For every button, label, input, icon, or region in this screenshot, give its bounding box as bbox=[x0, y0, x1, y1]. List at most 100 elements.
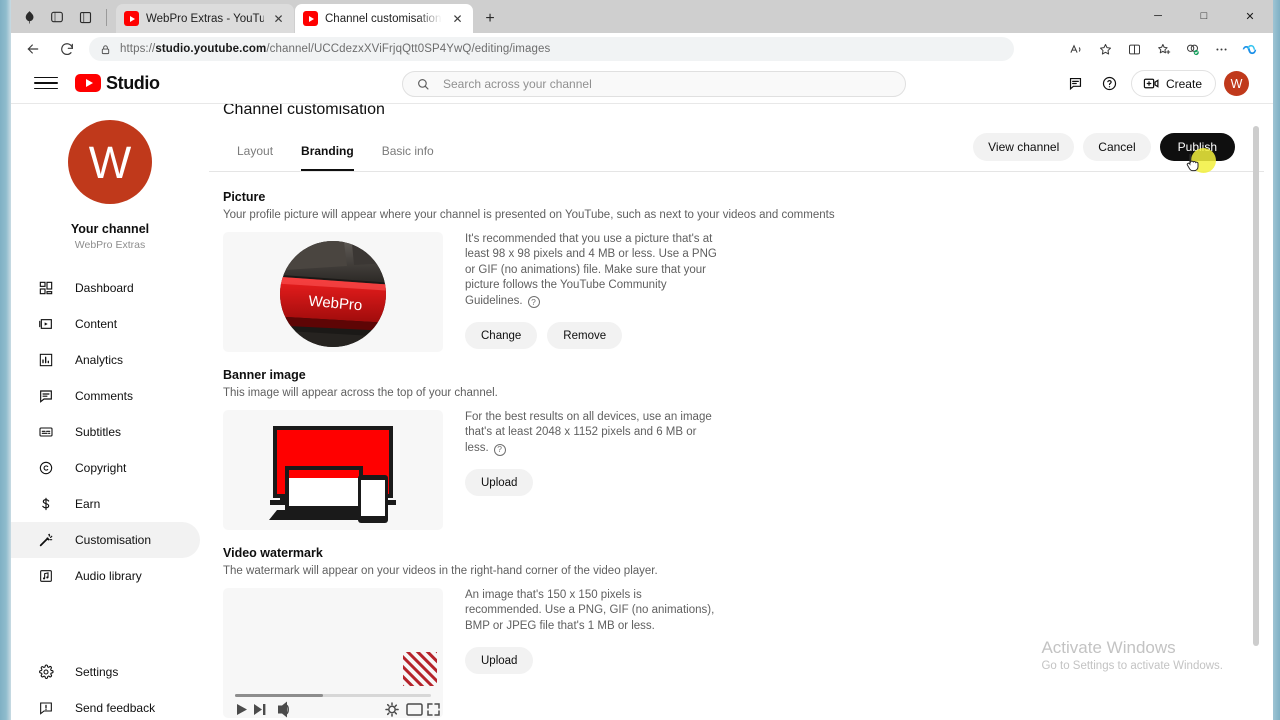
minimize-button[interactable]: ─ bbox=[1135, 0, 1181, 32]
titlebar-left-icons bbox=[17, 5, 112, 29]
section-title: Video watermark bbox=[223, 546, 323, 560]
subtitles-icon bbox=[36, 423, 55, 442]
sidebar-item-label: Analytics bbox=[75, 353, 124, 367]
browser-tab-1[interactable]: Channel customisation - YouTube ✕ bbox=[295, 4, 473, 33]
site-lock-icon bbox=[99, 43, 112, 56]
read-aloud-icon[interactable] bbox=[1063, 37, 1089, 61]
sidebar-item-label: Dashboard bbox=[75, 281, 134, 295]
browser-toolbar-icons bbox=[1063, 37, 1263, 61]
help-icon[interactable] bbox=[1097, 71, 1123, 97]
create-button[interactable]: Create bbox=[1130, 70, 1216, 97]
copilot-icon[interactable] bbox=[1237, 37, 1263, 61]
sidebar-item-send-feedback[interactable]: Send feedback bbox=[11, 690, 200, 720]
content-video-icon bbox=[36, 315, 55, 334]
sidebar-item-label: Audio library bbox=[75, 569, 142, 583]
remove-picture-button[interactable]: Remove bbox=[547, 322, 623, 350]
browser-tab-0[interactable]: WebPro Extras - YouTube ✕ bbox=[116, 4, 294, 33]
publish-button[interactable]: Publish bbox=[1159, 133, 1235, 161]
sidebar-item-audio-library[interactable]: Audio library bbox=[11, 558, 200, 594]
sidebar-item-subtitles[interactable]: Subtitles bbox=[11, 414, 200, 450]
search-icon bbox=[416, 77, 430, 91]
comments-icon bbox=[36, 387, 55, 406]
collections-icon[interactable] bbox=[1150, 37, 1176, 61]
cancel-button[interactable]: Cancel bbox=[1083, 133, 1151, 161]
titlebar-divider bbox=[106, 8, 107, 26]
tab-basic-info[interactable]: Basic info bbox=[368, 130, 448, 171]
sidebar-item-label: Send feedback bbox=[75, 701, 156, 715]
youtube-icon bbox=[124, 11, 139, 26]
help-icon[interactable]: ? bbox=[527, 296, 540, 309]
section-body: WebPro Shift It's recommended that you u… bbox=[223, 232, 1213, 352]
tab-list-icon[interactable] bbox=[73, 5, 97, 29]
hamburger-menu-icon[interactable] bbox=[34, 71, 58, 95]
favorite-star-icon[interactable] bbox=[1092, 37, 1118, 61]
banner-image-preview[interactable] bbox=[223, 410, 443, 530]
browser-titlebar: WebPro Extras - YouTube ✕ Channel custom… bbox=[11, 0, 1273, 33]
sidebar-item-label: Customisation bbox=[75, 533, 152, 547]
sidebar-item-earn[interactable]: Earn bbox=[11, 486, 200, 522]
picture-buttons: Change Remove bbox=[465, 322, 717, 350]
sidebar-item-settings[interactable]: Settings bbox=[11, 654, 200, 690]
browser-navbar: https://studio.youtube.com/channel/UCCde… bbox=[11, 33, 1273, 63]
create-button-label: Create bbox=[1165, 76, 1202, 91]
tab-title: Channel customisation - YouTube bbox=[325, 12, 443, 25]
feedback-icon[interactable] bbox=[1063, 71, 1089, 97]
browser-profile-icon[interactable] bbox=[17, 5, 41, 29]
help-icon[interactable]: ? bbox=[493, 443, 506, 456]
page-title: Channel customisation bbox=[223, 104, 385, 118]
scrollbar-thumb[interactable] bbox=[1253, 126, 1259, 646]
sidebar-item-customisation[interactable]: Customisation bbox=[11, 522, 200, 558]
sidebar-item-content[interactable]: Content bbox=[11, 306, 200, 342]
search-bar[interactable] bbox=[402, 71, 906, 97]
more-options-icon[interactable] bbox=[1208, 37, 1234, 61]
dashboard-icon bbox=[36, 279, 55, 298]
upload-banner-button[interactable]: Upload bbox=[465, 469, 534, 497]
new-tab-button[interactable]: + bbox=[479, 8, 501, 30]
channel-subtitle: WebPro Extras bbox=[74, 239, 146, 251]
tab-search-icon[interactable] bbox=[45, 5, 69, 29]
browser-essentials-icon[interactable] bbox=[1179, 37, 1205, 61]
view-channel-button[interactable]: View channel bbox=[973, 133, 1075, 161]
section-video-watermark: Video watermark The watermark will appea… bbox=[223, 546, 1213, 718]
tab-branding[interactable]: Branding bbox=[287, 130, 368, 171]
search-input[interactable] bbox=[443, 77, 892, 91]
studio-logo[interactable]: Studio bbox=[75, 73, 160, 94]
close-button[interactable]: ✕ bbox=[1227, 0, 1273, 32]
branding-scroll-area[interactable]: Picture Your profile picture will appear… bbox=[209, 172, 1264, 720]
profile-picture-preview[interactable]: WebPro Shift bbox=[223, 232, 443, 352]
upload-watermark-button[interactable]: Upload bbox=[465, 647, 534, 675]
refresh-icon[interactable] bbox=[54, 36, 79, 61]
channel-avatar[interactable]: W bbox=[68, 120, 152, 204]
page-scrollbar[interactable] bbox=[1252, 104, 1260, 720]
channel-block: W Your channel WebPro Extras bbox=[11, 104, 209, 251]
sidebar-item-comments[interactable]: Comments bbox=[11, 378, 200, 414]
section-title: Banner image bbox=[223, 368, 306, 382]
address-bar[interactable]: https://studio.youtube.com/channel/UCCde… bbox=[89, 37, 1014, 61]
sidebar-nav: Dashboard Content Analytics Comments Sub… bbox=[11, 270, 209, 594]
background-window-strip-right bbox=[1273, 0, 1280, 720]
close-icon[interactable]: ✕ bbox=[271, 11, 286, 26]
analytics-bar-icon bbox=[36, 351, 55, 370]
studio-header: Studio Create W bbox=[11, 63, 1273, 104]
sidebar-item-analytics[interactable]: Analytics bbox=[11, 342, 200, 378]
picture-info-text: It's recommended that you use a picture … bbox=[465, 233, 717, 309]
tab-layout[interactable]: Layout bbox=[223, 130, 287, 171]
page-actions: View channel Cancel Publish bbox=[973, 133, 1235, 161]
section-picture: Picture Your profile picture will appear… bbox=[223, 190, 1213, 352]
youtube-icon bbox=[75, 74, 101, 92]
change-picture-button[interactable]: Change bbox=[465, 322, 538, 350]
section-description: Your profile picture will appear where y… bbox=[223, 209, 835, 221]
close-icon[interactable]: ✕ bbox=[450, 11, 465, 26]
back-icon[interactable] bbox=[20, 36, 45, 61]
maximize-button[interactable]: □ bbox=[1181, 0, 1227, 32]
video-watermark-preview[interactable] bbox=[223, 588, 443, 718]
banner-info-block: For the best results on all devices, use… bbox=[465, 410, 717, 530]
sidebar-item-copyright[interactable]: Copyright bbox=[11, 450, 200, 486]
audio-note-icon bbox=[36, 567, 55, 586]
split-screen-icon[interactable] bbox=[1121, 37, 1147, 61]
studio-header-actions: Create W bbox=[1063, 63, 1249, 104]
avatar[interactable]: W bbox=[1224, 71, 1249, 96]
channel-title: Your channel bbox=[70, 222, 150, 236]
section-body: An image that's 150 x 150 pixels is reco… bbox=[223, 588, 1213, 718]
sidebar-item-dashboard[interactable]: Dashboard bbox=[11, 270, 200, 306]
